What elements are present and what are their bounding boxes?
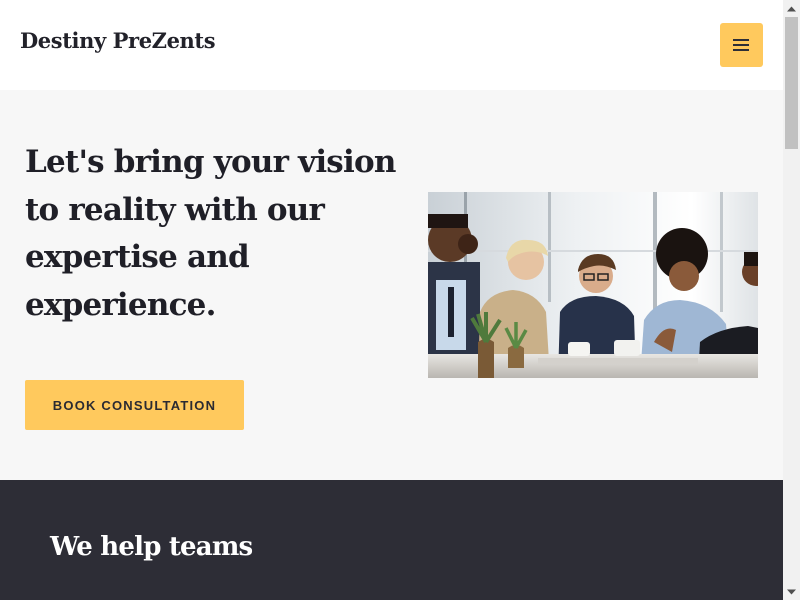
site-header: Destiny PreZents <box>0 0 783 90</box>
hero-section: Let's bring your vision to reality with … <box>0 90 783 480</box>
team-meeting-photo <box>428 192 758 378</box>
section-heading: We help teams <box>50 532 253 562</box>
scroll-up-arrow-icon[interactable] <box>783 0 800 17</box>
services-section: We help teams <box>0 480 783 600</box>
menu-button[interactable] <box>720 23 763 67</box>
page-content: Destiny PreZents Let's bring your vision… <box>0 0 783 600</box>
scrollbar-thumb[interactable] <box>785 17 798 149</box>
page: Destiny PreZents Let's bring your vision… <box>0 0 800 600</box>
vertical-scrollbar[interactable] <box>783 0 800 600</box>
site-logo-text[interactable]: Destiny PreZents <box>20 28 216 53</box>
scroll-down-arrow-icon[interactable] <box>783 583 800 600</box>
book-consultation-button[interactable]: BOOK CONSULTATION <box>25 380 244 430</box>
hero-title: Let's bring your vision to reality with … <box>25 144 396 323</box>
